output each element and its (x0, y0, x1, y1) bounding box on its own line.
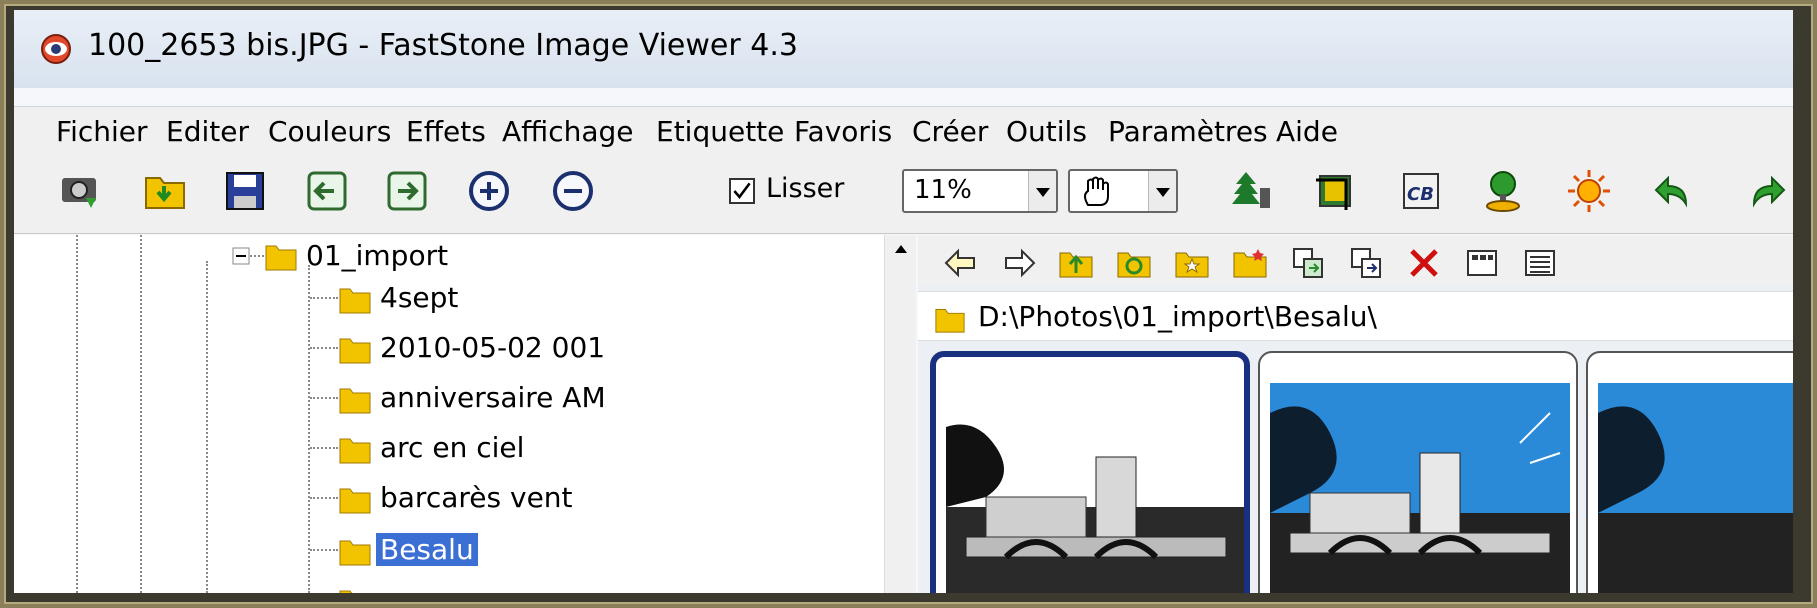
refresh-folder-icon[interactable] (1116, 245, 1152, 281)
tree-connector (310, 549, 338, 551)
new-folder-icon[interactable] (1232, 245, 1268, 281)
move-to-icon[interactable] (1348, 245, 1384, 281)
thumbnail-selected[interactable] (930, 351, 1250, 593)
tree-guide (308, 265, 310, 593)
folder-icon (339, 338, 371, 364)
menu-couleurs[interactable]: Couleurs (268, 115, 391, 148)
favorite-folder-icon[interactable] (1174, 245, 1210, 281)
hand-tool-icon (1084, 176, 1109, 206)
tree-item[interactable]: arc en ciel (380, 431, 524, 464)
menu-fichier[interactable]: Fichier (56, 115, 148, 148)
details-view-icon[interactable] (1522, 245, 1558, 281)
folder-icon (339, 388, 371, 414)
tree-item[interactable]: anniversaire AM (380, 381, 606, 414)
scroll-up-icon[interactable] (893, 243, 909, 255)
folder-up-icon[interactable] (1058, 245, 1094, 281)
folder-icon (339, 438, 371, 464)
photo-bridge-image (946, 387, 1244, 593)
tree-connector (310, 297, 338, 299)
tree-guide (140, 235, 142, 593)
menu-outils[interactable]: Outils (1006, 115, 1087, 148)
redo-icon[interactable] (1744, 168, 1790, 214)
menu-affichage[interactable]: Affichage (502, 115, 634, 148)
tree-connector (250, 255, 264, 257)
folder-icon (339, 590, 353, 593)
menu-etiquette[interactable]: Etiquette (656, 115, 784, 148)
menu-bar: Fichier Editer Couleurs Effets Affichage… (14, 106, 1793, 156)
next-icon[interactable] (384, 168, 430, 214)
delete-icon[interactable] (1406, 245, 1442, 281)
thumbnail-view-icon[interactable] (1464, 245, 1500, 281)
folder-icon (339, 488, 371, 514)
browser-pane: D:\Photos\01_import\Besalu\ (918, 235, 1793, 593)
menu-effets[interactable]: Effets (406, 115, 486, 148)
menu-creer[interactable]: Créer (912, 115, 988, 148)
smooth-label: Lisser (766, 173, 845, 204)
copy-to-icon[interactable] (1290, 245, 1326, 281)
menu-favoris[interactable]: Favoris (794, 115, 892, 148)
menu-editer[interactable]: Editer (166, 115, 249, 148)
window-title: 100_2653 bis.JPG - FastStone Image Viewe… (88, 28, 798, 63)
folder-tree: 01_import 4sept 2010-05-02 001 anniversa… (14, 235, 916, 593)
zoom-select[interactable]: 11% (902, 169, 1058, 213)
toolbar: Lisser 11% CB (14, 156, 1793, 234)
previous-icon[interactable] (304, 168, 350, 214)
tree-guide (206, 261, 208, 593)
app-icon (41, 34, 71, 64)
zoom-out-icon[interactable] (550, 168, 596, 214)
back-icon[interactable] (942, 245, 978, 281)
tree-icon[interactable] (1230, 168, 1276, 214)
folder-icon (265, 245, 297, 271)
cb-icon[interactable]: CB (1398, 168, 1444, 214)
tree-scrollbar[interactable] (884, 235, 916, 593)
folder-icon (935, 309, 965, 333)
open-folder-icon[interactable] (142, 168, 188, 214)
crop-icon[interactable] (1312, 168, 1358, 214)
title-bar: 100_2653 bis.JPG - FastStone Image Viewe… (14, 10, 1793, 88)
check-icon (733, 182, 751, 199)
svg-text:CB: CB (1407, 184, 1434, 205)
tree-connector (310, 447, 338, 449)
browser-toolbar (918, 235, 1793, 285)
tree-connector (310, 397, 338, 399)
photo-bridge-image (1270, 383, 1570, 593)
photo-bridge-image (1598, 383, 1793, 593)
chevron-down-icon[interactable] (1148, 171, 1176, 211)
folder-icon (339, 540, 371, 566)
collapse-icon[interactable] (232, 247, 250, 265)
tree-connector (310, 497, 338, 499)
zoom-in-icon[interactable] (466, 168, 512, 214)
folder-icon (339, 288, 371, 314)
chevron-down-icon[interactable] (1028, 171, 1056, 211)
wallpaper-icon[interactable] (1480, 168, 1526, 214)
menu-parametres[interactable]: Paramètres (1108, 115, 1268, 148)
menu-aide[interactable]: Aide (1276, 115, 1338, 148)
tree-item-selected[interactable]: Besalu (376, 533, 478, 566)
tool-select[interactable] (1068, 169, 1178, 213)
smooth-checkbox[interactable] (729, 178, 755, 204)
app-window: 100_2653 bis.JPG - FastStone Image Viewe… (14, 10, 1793, 593)
acquire-icon[interactable] (58, 168, 104, 214)
forward-icon[interactable] (1002, 245, 1038, 281)
current-path: D:\Photos\01_import\Besalu\ (978, 300, 1377, 333)
thumbnail[interactable] (1586, 351, 1793, 593)
tree-guide (76, 235, 78, 593)
tree-root-label[interactable]: 01_import (306, 239, 448, 272)
tree-connector (310, 347, 338, 349)
undo-icon[interactable] (1650, 168, 1696, 214)
path-bar: D:\Photos\01_import\Besalu\ (918, 291, 1793, 341)
save-icon[interactable] (222, 168, 268, 214)
tree-item[interactable]: barcarès vent (380, 481, 573, 514)
tree-item[interactable]: 2010-05-02 001 (380, 331, 605, 364)
thumbnail[interactable] (1258, 351, 1578, 593)
brightness-icon[interactable] (1566, 168, 1612, 214)
tree-item[interactable]: 4sept (380, 281, 458, 314)
zoom-value: 11% (914, 175, 972, 205)
